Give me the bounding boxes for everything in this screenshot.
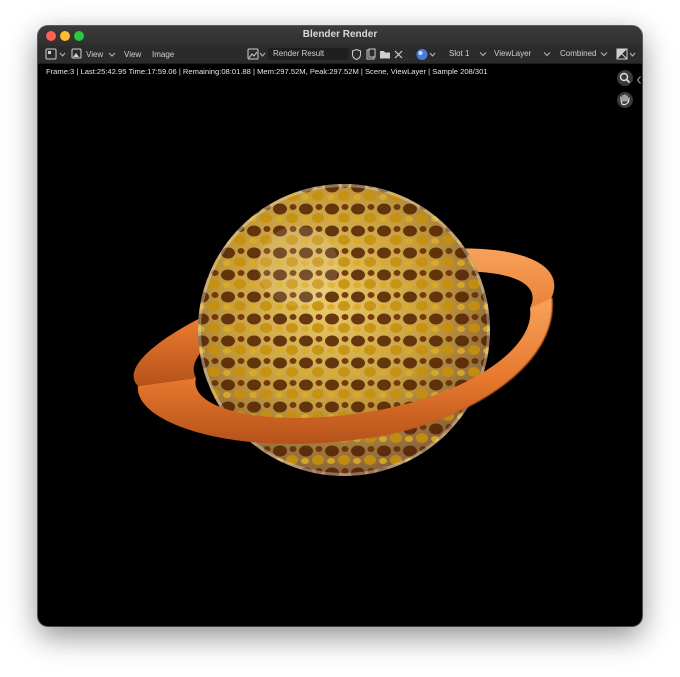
blender-render-window: Blender Render View View Image Render Re…: [38, 26, 642, 626]
render-result-image: [133, 184, 555, 476]
planet-sphere: [198, 184, 490, 476]
